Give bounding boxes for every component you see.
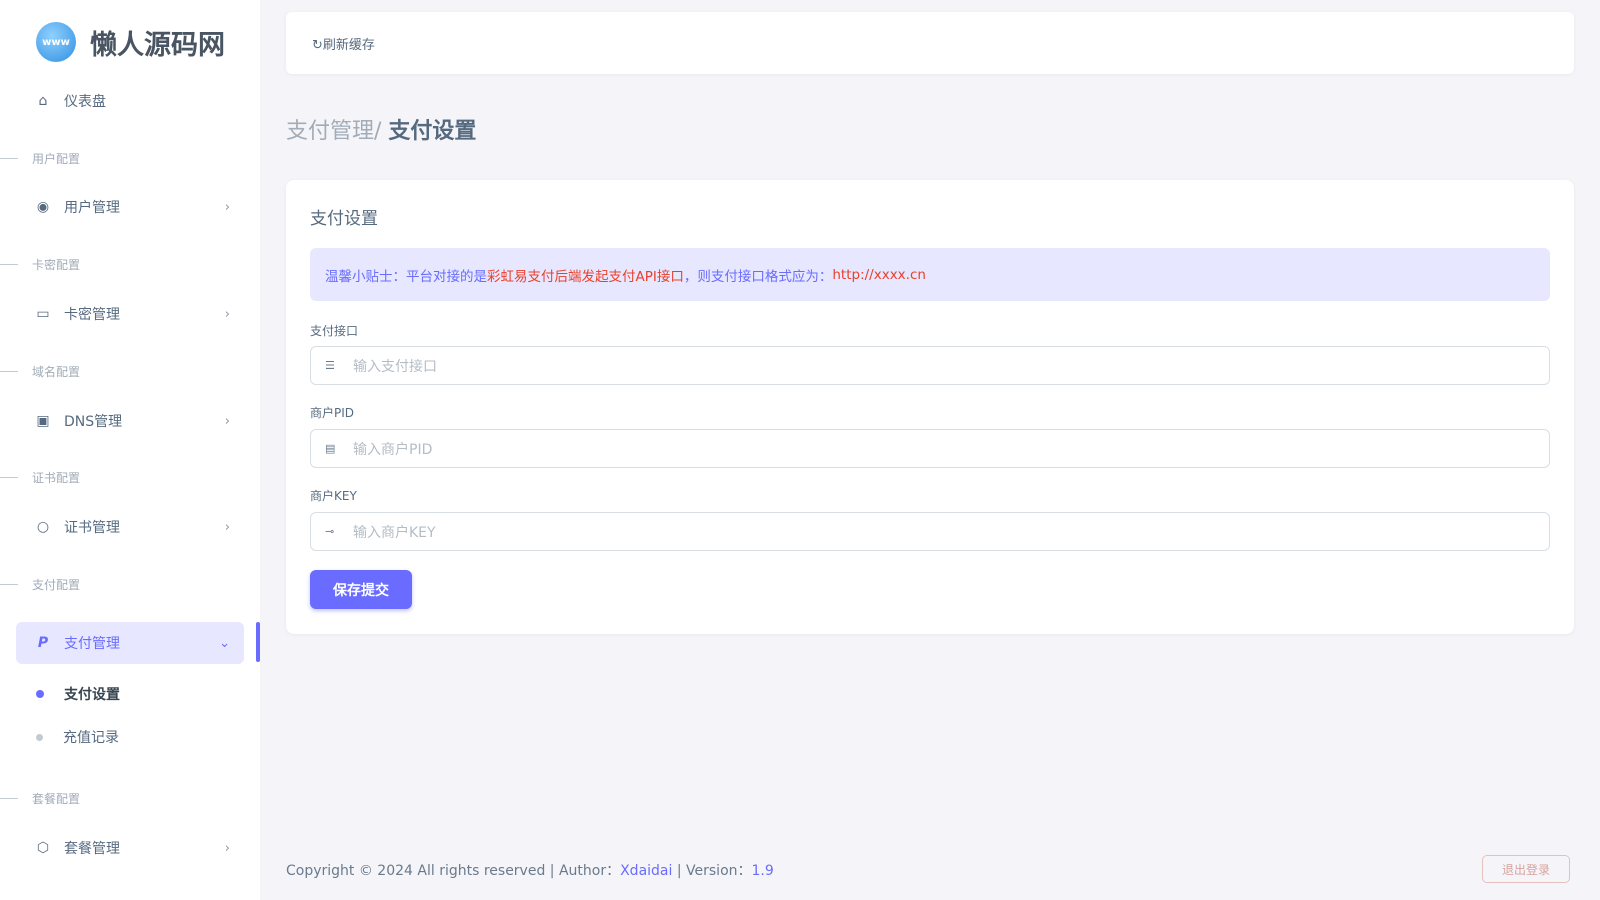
key-icon: ⊸: [325, 525, 335, 538]
copyright: Copyright © 2024 All rights reserved | A…: [286, 863, 621, 879]
label: DNS管理: [64, 414, 123, 430]
id-card-icon: ▤: [325, 442, 336, 455]
section-package: 套餐配置: [0, 790, 80, 807]
alert-prefix: 温馨小贴士：平台对接的是: [325, 268, 487, 285]
section-cert: 证书配置: [0, 469, 80, 486]
breadcrumb: 支付管理/ 支付设置: [286, 113, 476, 145]
chevron-right-icon: ›: [224, 413, 230, 429]
save-submit-button[interactable]: 保存提交: [310, 570, 412, 609]
placeholder: 输入商户KEY: [353, 524, 436, 541]
author-link[interactable]: Xdaidai: [620, 863, 672, 879]
label: 支付管理: [64, 636, 120, 652]
sidebar-subitem-payment-settings[interactable]: 支付设置: [36, 684, 120, 704]
section-payment: 支付配置: [0, 576, 80, 593]
laptop-icon: ▭: [36, 306, 50, 322]
card-title: 支付设置: [310, 209, 378, 229]
section-card: 卡密配置: [0, 256, 80, 273]
breadcrumb-current: 支付设置: [388, 119, 477, 144]
sidebar-item-users[interactable]: ◉ 用户管理 ›: [16, 186, 244, 228]
dot-icon: [36, 733, 43, 741]
brand-name: 懒人源码网: [90, 29, 225, 61]
refresh-cache-button[interactable]: ↻刷新缓存: [312, 34, 375, 53]
chevron-right-icon: ›: [224, 840, 230, 856]
sidebar: www 懒人源码网 ⌂ 仪表盘 用户配置 ◉ 用户管理 › 卡密配置 ▭ 卡密管理 › 域…: [0, 0, 260, 900]
payment-settings-card: 支付设置 温馨小贴士：平台对接的是 彩虹易支付后端发起支付API接口 ，则支付接口格…: [286, 180, 1574, 634]
sidebar-item-packages[interactable]: ⬡ 套餐管理 ›: [16, 827, 244, 869]
home-icon: ⌂: [38, 93, 48, 109]
chevron-down-icon: ⌄: [219, 635, 230, 651]
tip-alert: 温馨小贴士：平台对接的是 彩虹易支付后端发起支付API接口 ，则支付接口格式应为： h…: [310, 248, 1550, 301]
version-label: | Version：: [672, 863, 752, 879]
topbar: ↻刷新缓存: [286, 12, 1574, 74]
sidebar-item-dns[interactable]: ▣ DNS管理 ›: [16, 400, 244, 442]
package-icon: ⬡: [36, 840, 50, 856]
dot-icon: [36, 690, 44, 698]
sidebar-item-certs[interactable]: ○ 证书管理 ›: [16, 506, 244, 548]
placeholder: 输入商户PID: [353, 441, 433, 458]
globe-icon: www: [36, 22, 76, 62]
chevron-right-icon: ›: [224, 519, 230, 535]
placeholder: 输入支付接口: [353, 358, 437, 375]
alert-middle: ，则支付接口格式应为：: [683, 268, 833, 285]
version-link[interactable]: 1.9: [752, 863, 774, 879]
label: 支付设置: [64, 687, 120, 703]
label-payment-api: 支付接口: [310, 324, 359, 338]
sidebar-item-cards[interactable]: ▭ 卡密管理 ›: [16, 293, 244, 335]
chevron-right-icon: ›: [224, 199, 230, 215]
logout-button[interactable]: 退出登录: [1482, 855, 1570, 883]
label: 卡密管理: [64, 307, 120, 323]
label: 仪表盘: [64, 94, 106, 110]
badge-icon: ○: [36, 519, 50, 535]
label: 证书管理: [64, 520, 120, 536]
merchant-pid-input[interactable]: ▤ 输入商户PID: [310, 429, 1550, 468]
section-user: 用户配置: [0, 150, 80, 167]
server-icon: ☰: [325, 359, 335, 372]
sidebar-item-payment[interactable]: P 支付管理 ⌄: [16, 622, 244, 664]
breadcrumb-parent[interactable]: 支付管理/: [286, 119, 381, 144]
label: 刷新缓存: [322, 37, 375, 53]
alert-highlight: 彩虹易支付后端发起支付API接口: [487, 268, 684, 285]
section-domain: 域名配置: [0, 363, 80, 380]
alert-url: http://xxxx.cn: [832, 266, 926, 283]
refresh-icon: ↻: [312, 37, 323, 53]
window-icon: ▣: [36, 413, 50, 429]
active-indicator: [256, 622, 260, 662]
merchant-key-input[interactable]: ⊸ 输入商户KEY: [310, 512, 1550, 551]
label: 充值记录: [63, 730, 119, 746]
sidebar-item-dashboard[interactable]: ⌂ 仪表盘: [16, 80, 244, 122]
label: 用户管理: [64, 200, 120, 216]
label: 套餐管理: [64, 841, 120, 857]
user-circle-icon: ◉: [36, 199, 50, 215]
footer: Copyright © 2024 All rights reserved | A…: [286, 860, 774, 880]
label-merchant-key: 商户KEY: [310, 489, 357, 503]
logo[interactable]: www 懒人源码网: [36, 22, 225, 62]
sidebar-subitem-recharge-records[interactable]: 充值记录: [36, 727, 119, 747]
label-merchant-pid: 商户PID: [310, 406, 355, 420]
chevron-right-icon: ›: [224, 306, 230, 322]
payment-api-input[interactable]: ☰ 输入支付接口: [310, 346, 1550, 385]
paypal-icon: P: [37, 635, 49, 651]
